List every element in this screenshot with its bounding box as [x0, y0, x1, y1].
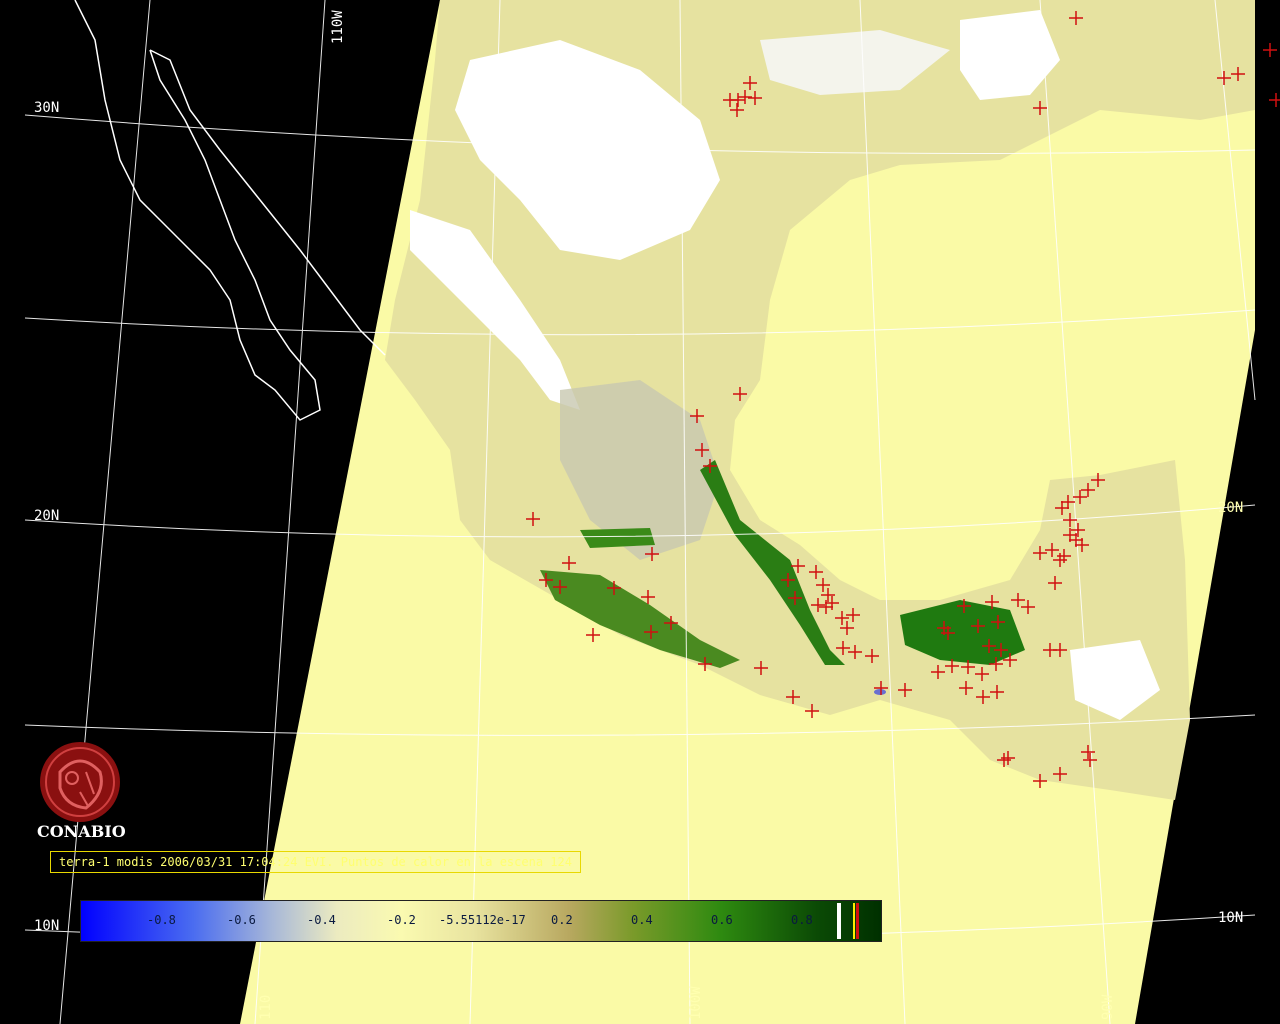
colorbar-tick-label: -0.4 [307, 913, 336, 927]
colorbar-tick-label: 0.6 [711, 913, 733, 927]
grid-label-30n: 30N [34, 100, 59, 116]
grid-label-20n-right: 20N [1218, 500, 1243, 516]
colorbar-tick-label: -5.55112e-17 [439, 913, 526, 927]
colorbar-tick-label: 0.4 [631, 913, 653, 927]
vegetation-jalisco [580, 528, 655, 548]
lake [874, 689, 886, 695]
colorbar-tick-label: 0.8 [791, 913, 813, 927]
colorbar-tick-label: -0.6 [227, 913, 256, 927]
colorbar-tick-label: -0.2 [387, 913, 416, 927]
colorbar-swatch-red [856, 903, 859, 939]
grid-label-20n: 20N [34, 508, 59, 524]
grid-label-10n: 10N [34, 918, 59, 934]
scene-caption: terra-1 modis 2006/03/31 17:04:24 EVI. P… [50, 851, 581, 873]
evi-colorbar: -0.8 -0.6 -0.4 -0.2 -5.55112e-17 0.2 0.4 0.6 0.8 [80, 900, 882, 942]
grid-label-10n-right: 10N [1218, 910, 1243, 926]
grid-label-110w-bottom: 110 [258, 995, 274, 1020]
colorbar-swatch-white [837, 903, 841, 939]
grid-label-90w-bottom: 90W [1100, 994, 1116, 1020]
grid-label-100w-bottom: 100W [688, 986, 704, 1020]
colorbar-tick-label: 0.2 [551, 913, 573, 927]
grid-label-110w: 110W [330, 10, 346, 44]
colorbar-swatch-yellow [853, 903, 855, 939]
conabio-logo-text: CONABIO [37, 822, 126, 841]
colorbar-tick-label: -0.8 [147, 913, 176, 927]
